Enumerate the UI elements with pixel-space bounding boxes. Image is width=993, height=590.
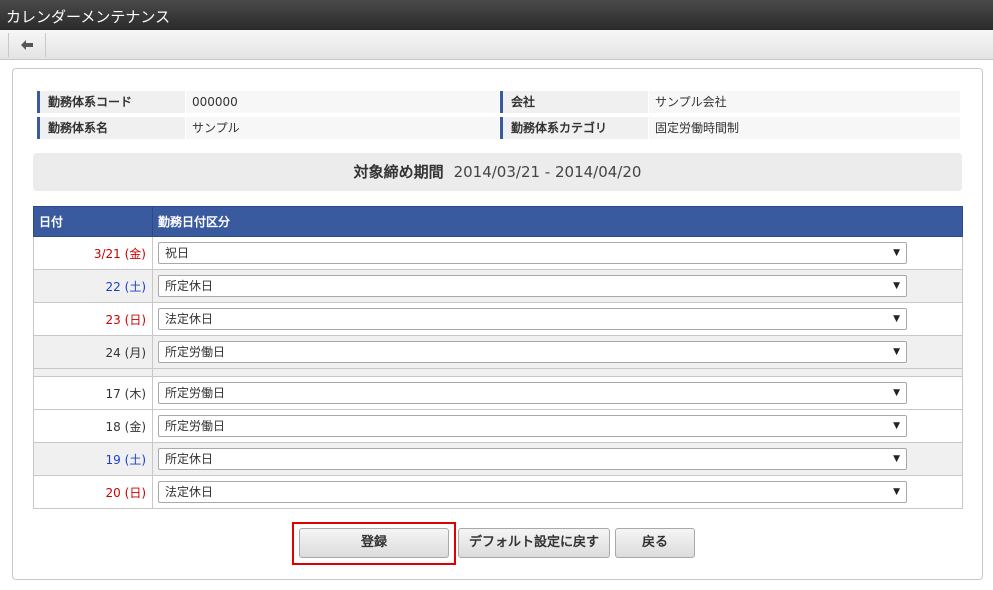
chevron-down-icon: ▼ bbox=[893, 248, 900, 258]
day-type-select[interactable]: 祝日 ▼ bbox=[158, 242, 907, 264]
register-button[interactable]: 登録 bbox=[299, 528, 449, 558]
period-label: 対象締め期間 bbox=[353, 163, 444, 181]
day-type-value: 祝日 bbox=[165, 246, 190, 260]
company-value: サンプル会社 bbox=[649, 91, 960, 113]
day-type-select[interactable]: 所定休日 ▼ bbox=[158, 448, 907, 470]
chevron-down-icon: ▼ bbox=[893, 454, 900, 464]
table-row: 17 (木) 所定労働日 ▼ bbox=[33, 376, 963, 410]
day-type-select[interactable]: 所定労働日 ▼ bbox=[158, 382, 907, 404]
company-label: 会社 bbox=[500, 91, 648, 113]
table-row: 18 (金) 所定労働日 ▼ bbox=[33, 409, 963, 443]
day-type-value: 所定休日 bbox=[165, 452, 214, 466]
restore-default-button[interactable]: デフォルト設定に戻す bbox=[458, 528, 610, 558]
day-type-select[interactable]: 所定労働日 ▼ bbox=[158, 415, 907, 437]
day-type-value: 法定休日 bbox=[165, 485, 214, 499]
toolbar bbox=[0, 30, 993, 60]
row-separator bbox=[33, 368, 963, 377]
type-column-header: 勤務日付区分 bbox=[152, 206, 963, 237]
table-row: 24 (月) 所定労働日 ▼ bbox=[33, 335, 963, 369]
row-date: 23 (日) bbox=[33, 302, 153, 336]
back-arrow-button[interactable] bbox=[8, 33, 46, 57]
period-value: 2014/03/21 - 2014/04/20 bbox=[453, 163, 642, 181]
day-type-value: 法定休日 bbox=[165, 312, 214, 326]
chevron-down-icon: ▼ bbox=[893, 487, 900, 497]
row-date: 20 (日) bbox=[33, 475, 153, 509]
arrow-left-icon bbox=[21, 40, 33, 50]
chevron-down-icon: ▼ bbox=[893, 314, 900, 324]
day-type-value: 所定労働日 bbox=[165, 345, 226, 359]
title-bar: カレンダーメンテナンス bbox=[0, 0, 993, 30]
day-type-value: 所定労働日 bbox=[165, 419, 226, 433]
row-date: 18 (金) bbox=[33, 409, 153, 443]
window-title: カレンダーメンテナンス bbox=[6, 8, 171, 26]
category-label: 勤務体系カテゴリ bbox=[500, 117, 648, 139]
row-date: 19 (土) bbox=[33, 442, 153, 476]
work-code-value: 000000 bbox=[186, 91, 499, 113]
table-row: 19 (土) 所定休日 ▼ bbox=[33, 442, 963, 476]
calendar-table: 日付 勤務日付区分 3/21 (金) 祝日 ▼ 22 (土) 所定休日 ▼ 23 (… bbox=[33, 206, 963, 509]
chevron-down-icon: ▼ bbox=[893, 388, 900, 398]
row-date: 17 (木) bbox=[33, 376, 153, 410]
day-type-select[interactable]: 法定休日 ▼ bbox=[158, 308, 907, 330]
chevron-down-icon: ▼ bbox=[893, 421, 900, 431]
table-row: 3/21 (金) 祝日 ▼ bbox=[33, 236, 963, 270]
date-column-header: 日付 bbox=[33, 206, 153, 237]
row-date: 24 (月) bbox=[33, 335, 153, 369]
work-name-value: サンプル bbox=[186, 117, 499, 139]
table-row: 23 (日) 法定休日 ▼ bbox=[33, 302, 963, 336]
work-name-label: 勤務体系名 bbox=[37, 117, 185, 139]
table-row: 22 (土) 所定休日 ▼ bbox=[33, 269, 963, 303]
chevron-down-icon: ▼ bbox=[893, 281, 900, 291]
row-date: 3/21 (金) bbox=[33, 236, 153, 270]
day-type-select[interactable]: 所定休日 ▼ bbox=[158, 275, 907, 297]
table-row: 20 (日) 法定休日 ▼ bbox=[33, 475, 963, 509]
period-banner: 対象締め期間 2014/03/21 - 2014/04/20 bbox=[33, 153, 962, 191]
category-value: 固定労働時間制 bbox=[649, 117, 960, 139]
day-type-value: 所定労働日 bbox=[165, 386, 226, 400]
day-type-value: 所定休日 bbox=[165, 279, 214, 293]
day-type-select[interactable]: 所定労働日 ▼ bbox=[158, 341, 907, 363]
day-type-select[interactable]: 法定休日 ▼ bbox=[158, 481, 907, 503]
chevron-down-icon: ▼ bbox=[893, 347, 900, 357]
work-code-label: 勤務体系コード bbox=[37, 91, 185, 113]
back-button[interactable]: 戻る bbox=[615, 528, 695, 558]
row-date: 22 (土) bbox=[33, 269, 153, 303]
